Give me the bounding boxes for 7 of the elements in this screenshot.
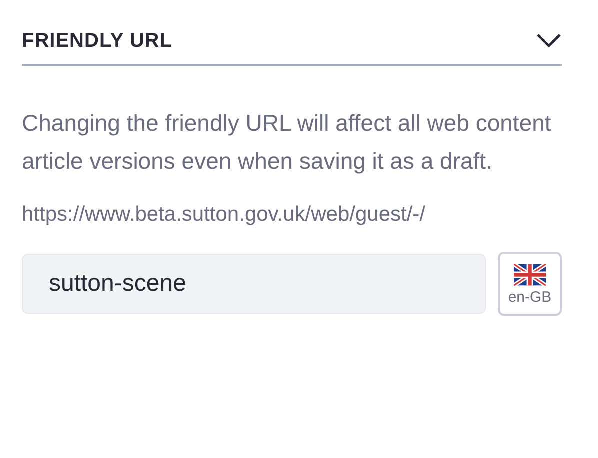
language-button[interactable]: en-GB	[498, 252, 562, 316]
friendly-url-field[interactable]: sutton-scene	[22, 254, 486, 314]
section-header[interactable]: FRIENDLY URL	[22, 18, 562, 66]
url-prefix: https://www.beta.sutton.gov.uk/web/guest/-/	[22, 202, 426, 228]
chevron-icon	[536, 33, 562, 49]
help-text: Changing the friendly URL will affect all web content article versions even when saving it as a draft.	[22, 109, 552, 176]
union-flag-icon	[514, 264, 546, 286]
